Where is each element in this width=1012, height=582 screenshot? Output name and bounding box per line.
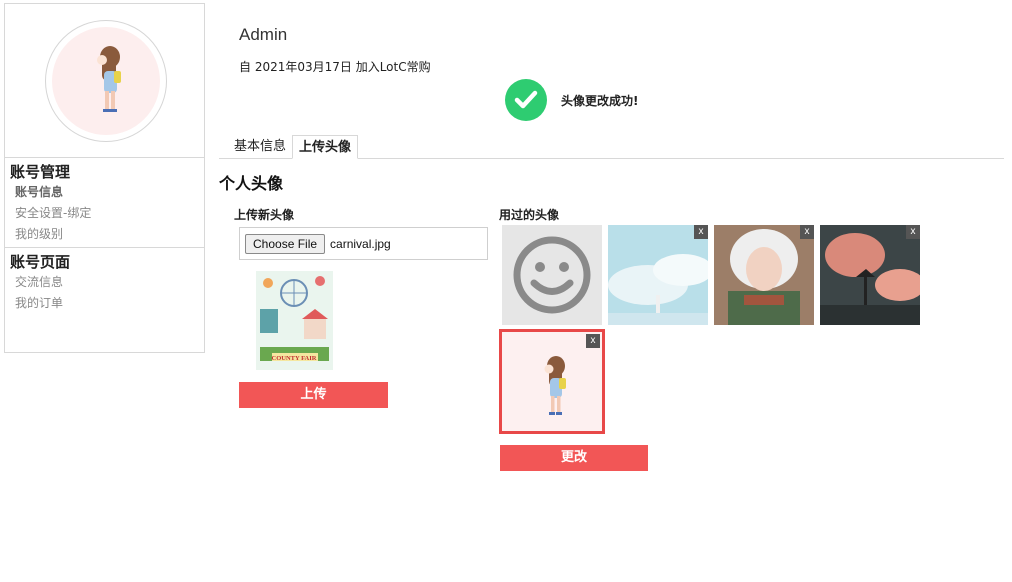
sky-illustration [608,225,708,325]
sidebar-item-security[interactable]: 安全设置-绑定 [5,203,204,224]
sidebar-section-pages: 账号页面 交流信息 我的订单 [5,248,204,316]
tab-bar: 基本信息 上传头像 [219,135,1004,159]
section-title: 个人头像 [219,174,284,193]
sidebar-section-title: 账号页面 [10,253,71,271]
sidebar-item-level[interactable]: 我的级别 [5,224,204,245]
used-avatar-default[interactable] [502,225,602,325]
selected-file-name: carnival.jpg [330,236,391,251]
success-notice: 头像更改成功! [505,78,638,122]
avatar [45,20,167,142]
join-date-text: 自 2021年03月17日 加入LotC常购 [239,60,431,74]
tab-basic-info[interactable]: 基本信息 [228,135,292,158]
remove-avatar-icon[interactable]: x [906,225,920,239]
used-avatars-heading: 用过的头像 [499,208,560,222]
sidebar-section-title: 账号管理 [10,163,71,181]
sidebar-item-account-info[interactable]: 账号信息 [5,182,204,203]
used-avatar-selected[interactable]: x [499,329,605,434]
remove-avatar-icon[interactable]: x [586,334,600,348]
preview-caption: COUNTY FAIR [272,355,317,362]
remove-avatar-icon[interactable]: x [694,225,708,239]
file-input[interactable]: Choose File carnival.jpg [239,227,488,260]
smiley-face-icon [502,225,602,325]
upload-heading: 上传新头像 [234,208,295,222]
change-avatar-button[interactable]: 更改 [500,445,648,471]
success-message: 头像更改成功! [561,93,639,108]
used-avatar-sky[interactable]: x [608,225,708,325]
sidebar-item-messages[interactable]: 交流信息 [5,272,204,293]
landscape-illustration [820,225,920,325]
remove-avatar-icon[interactable]: x [800,225,814,239]
sidebar-item-orders[interactable]: 我的订单 [5,293,204,314]
username: Admin [239,25,288,44]
used-avatar-landscape[interactable]: x [820,225,920,325]
upload-button[interactable]: 上传 [239,382,388,408]
upload-preview-image: COUNTY FAIR [256,271,333,370]
portrait-illustration [714,225,814,325]
sidebar-section-account: 账号管理 账号信息 安全设置-绑定 我的级别 [5,158,204,248]
choose-file-button[interactable]: Choose File [245,233,326,254]
checkmark-icon [505,79,547,121]
girl-avatar-illustration [97,46,121,112]
tab-upload-avatar[interactable]: 上传头像 [292,135,359,159]
sidebar: 账号管理 账号信息 安全设置-绑定 我的级别 账号页面 交流信息 我的订单 [4,3,205,353]
used-avatar-portrait[interactable]: x [714,225,814,325]
profile-avatar-area [5,4,204,158]
